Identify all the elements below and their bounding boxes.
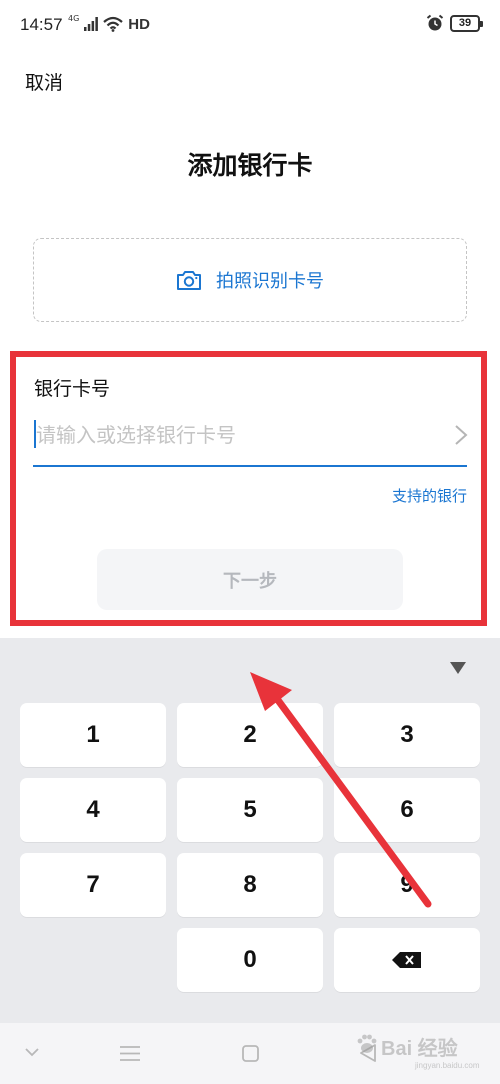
input-underline [33,465,467,467]
page-title: 添加银行卡 [187,151,313,180]
card-number-input[interactable] [33,414,467,456]
paw-icon [357,1034,377,1053]
key-0[interactable]: 0 [177,928,323,992]
chevron-right-icon[interactable] [454,424,468,446]
key-9[interactable]: 9 [334,853,480,917]
watermark-url: jingyan.baidu.com [415,1061,480,1070]
watermark-brand: Bai 经验 [381,1038,458,1060]
triangle-down-icon[interactable] [450,662,466,674]
key-5[interactable]: 5 [177,778,323,842]
network-type: 4G [68,14,80,23]
card-number-label: 银行卡号 [34,378,111,400]
text-caret [34,420,36,448]
scan-card-button[interactable]: 拍照识别卡号 [33,238,467,322]
scan-card-label: 拍照识别卡号 [216,271,324,292]
key-2[interactable]: 2 [177,703,323,767]
key-3[interactable]: 3 [334,703,480,767]
key-7[interactable]: 7 [20,853,166,917]
numeric-keyboard: 1 2 3 4 5 6 7 8 9 0 [0,638,500,1023]
camera-icon [177,271,201,290]
key-1[interactable]: 1 [20,703,166,767]
battery-indicator: 39 [450,14,483,32]
next-step-button[interactable]: 下一步 [97,549,403,610]
backspace-icon [392,952,421,968]
menu-icon[interactable] [120,1046,140,1061]
hd-indicator: HD [128,15,150,33]
key-6[interactable]: 6 [334,778,480,842]
cancel-button[interactable]: 取消 [25,68,63,95]
signal-icon [84,17,99,31]
alarm-icon [426,14,444,31]
status-time: 14:57 [20,15,63,34]
chevron-down-icon[interactable] [25,1048,39,1057]
supported-banks-link[interactable]: 支持的银行 [392,485,467,506]
home-square-icon[interactable] [242,1045,259,1062]
status-bar: 14:57 4G HD 39 [0,0,500,48]
key-8[interactable]: 8 [177,853,323,917]
key-4[interactable]: 4 [20,778,166,842]
wifi-icon [103,16,124,32]
backspace-key[interactable] [334,928,480,992]
watermark: Bai 经验 jingyan.baidu.com [355,1030,485,1080]
